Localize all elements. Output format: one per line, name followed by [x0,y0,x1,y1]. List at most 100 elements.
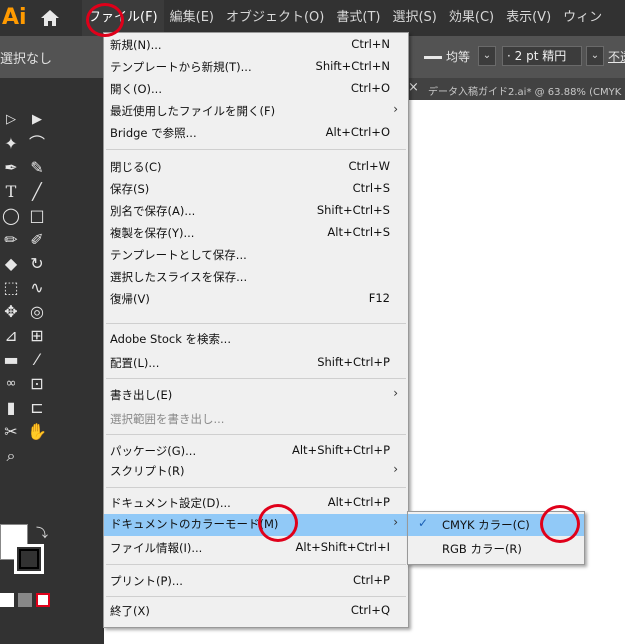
menu-item-open-recent[interactable]: 最近使用したファイルを開く(F) › [104,101,408,123]
blend-tool-icon[interactable]: ∞ [0,374,22,394]
menu-item-file-info[interactable]: ファイル情報(I)... Alt+Shift+Ctrl+I [104,538,408,560]
menu-item-save-as-template[interactable]: テンプレートとして保存... [104,245,408,267]
shortcut-label: Ctrl+Q [350,603,390,617]
menu-item-scripts[interactable]: スクリプト(R) › [104,461,408,483]
menu-separator [106,434,406,435]
mesh-tool-icon[interactable]: ⊞ [26,326,48,346]
artboard-tool-icon[interactable]: ⊏ [26,398,48,418]
submenu-arrow-icon: › [393,515,398,529]
submenu-item-label: CMYK カラー(C) [442,518,530,532]
curvature-tool-icon[interactable]: ✎ [26,158,48,178]
menu-item-document-setup[interactable]: ドキュメント設定(D)... Alt+Ctrl+P [104,493,408,515]
menu-separator [106,564,406,565]
paintbrush-tool-icon[interactable]: ✏ [0,230,22,250]
free-transform-tool-icon[interactable]: ✥ [0,302,22,322]
perspective-grid-tool-icon[interactable]: ⊿ [0,326,22,346]
menu-separator [106,487,406,488]
selection-tool-icon[interactable]: ▷ [0,110,22,130]
lasso-tool-icon[interactable]: ⌒ [26,134,48,154]
brush-dropdown-arrow[interactable]: ⌄ [586,46,604,66]
menu-item-place[interactable]: 配置(L)... Shift+Ctrl+P [104,353,408,375]
menu-item-label: Adobe Stock を検索... [110,332,231,346]
rotate-tool-icon[interactable]: ↻ [26,254,48,274]
menu-item-revert[interactable]: 復帰(V) F12 [104,289,408,311]
line-tool-icon[interactable]: ╱ [26,182,48,202]
tab-close-icon[interactable]: × [408,80,419,95]
menu-separator [106,378,406,379]
shortcut-label: Alt+Ctrl+S [327,225,390,239]
menu-item-exit[interactable]: 終了(X) Ctrl+Q [104,601,408,623]
direct-selection-tool-icon[interactable]: ▶ [26,110,48,130]
opacity-label[interactable]: 不透 [608,48,625,65]
menu-item-new-from-template[interactable]: テンプレートから新規(T)... Shift+Ctrl+N [104,57,408,79]
eraser-tool-icon[interactable]: ◆ [0,254,22,274]
menu-item-save-selected-slices[interactable]: 選択したスライスを保存... [104,267,408,289]
menu-item-label: 配置(L)... [110,356,160,370]
menu-item-label: 書き出し(E) [110,388,173,402]
swap-fill-stroke-icon[interactable]: ⤵ [36,524,48,541]
menu-item-open[interactable]: 開く(O)... Ctrl+O [104,79,408,101]
none-mode-button[interactable] [36,593,50,607]
menu-item-new[interactable]: 新規(N)... Ctrl+N [104,35,408,57]
checkmark-icon: ✓ [418,516,429,530]
menu-view[interactable]: 表示(V) [500,0,557,36]
menu-item-print[interactable]: プリント(P)... Ctrl+P [104,571,408,593]
menu-item-close[interactable]: 閉じる(C) Ctrl+W [104,157,408,179]
eyedropper-tool-icon[interactable]: ⁄ [26,350,48,370]
annotation-circle-color-mode [258,504,298,542]
scale-tool-icon[interactable]: ⬚ [0,278,22,298]
zoom-tool-icon[interactable]: ⌕ [0,446,22,466]
profile-dropdown-arrow[interactable]: ⌄ [478,46,496,66]
warp-tool-icon[interactable]: ∿ [26,278,48,298]
menu-item-save-copy[interactable]: 複製を保存(Y)... Alt+Ctrl+S [104,223,408,245]
pencil-tool-icon[interactable]: ✐ [26,230,48,250]
submenu-arrow-icon: › [393,102,398,116]
menu-item-label: パッケージ(G)... [110,444,197,458]
menu-item-label: 最近使用したファイルを開く(F) [110,104,276,118]
menu-item-label: 選択したスライスを保存... [110,270,248,284]
document-tab-title[interactable]: データ入稿ガイド2.ai* @ 63.88% (CMYK [428,83,621,98]
pen-tool-icon[interactable]: ✒ [0,158,22,178]
menu-type[interactable]: 書式(T) [330,0,386,36]
menu-separator [106,149,406,150]
type-tool-icon[interactable]: T [0,182,22,202]
gradient-mode-button[interactable] [18,593,32,607]
menu-item-export[interactable]: 書き出し(E) › [104,385,408,407]
rectangle-tool-icon[interactable]: □ [26,206,48,226]
menu-select[interactable]: 選択(S) [386,0,442,36]
menu-object[interactable]: オブジェクト(O) [220,0,330,36]
menu-item-browse-bridge[interactable]: Bridge で参照... Alt+Ctrl+O [104,123,408,145]
shape-builder-tool-icon[interactable]: ◎ [26,302,48,322]
magic-wand-tool-icon[interactable]: ✦ [0,134,22,154]
ellipse-tool-icon[interactable]: ◯ [0,206,22,226]
menu-edit[interactable]: 編集(E) [164,0,220,36]
color-mode-button[interactable] [0,593,14,607]
hand-tool-icon[interactable]: ✋ [26,422,48,442]
menu-item-save[interactable]: 保存(S) Ctrl+S [104,179,408,201]
stroke-inner-swatch [19,549,39,569]
menu-item-label: 閉じる(C) [110,160,162,174]
shortcut-label: Alt+Ctrl+P [327,495,390,509]
home-icon[interactable] [40,8,60,28]
menu-item-package[interactable]: パッケージ(G)... Alt+Shift+Ctrl+P [104,441,408,463]
menu-item-label: スクリプト(R) [110,464,185,478]
annotation-circle-cmyk [540,505,580,543]
gradient-tool-icon[interactable]: ▬ [0,350,22,370]
menu-item-label: ファイル情報(I)... [110,541,203,555]
menu-item-save-as[interactable]: 別名で保存(A)... Shift+Ctrl+S [104,201,408,223]
submenu-arrow-icon: › [393,386,398,400]
annotation-circle-file-menu [86,3,124,37]
menu-window[interactable]: ウィン [557,0,608,36]
column-graph-tool-icon[interactable]: ▮ [0,398,22,418]
symbol-sprayer-tool-icon[interactable]: ⊡ [26,374,48,394]
menu-item-document-color-mode[interactable]: ドキュメントのカラーモード(M) › [104,514,408,536]
shortcut-label: Shift+Ctrl+N [315,59,390,73]
slice-tool-icon[interactable]: ✂ [0,422,22,442]
menu-item-label: 復帰(V) [110,292,150,306]
illustrator-logo: Ai [2,5,27,30]
brush-definition[interactable]: · 2 pt 精円 [502,46,582,66]
menu-effect[interactable]: 効果(C) [443,0,500,36]
submenu-item-label: RGB カラー(R) [442,542,522,556]
menu-item-search-adobe-stock[interactable]: Adobe Stock を検索... [104,329,408,351]
variable-width-profile[interactable]: 均等 [446,48,470,65]
